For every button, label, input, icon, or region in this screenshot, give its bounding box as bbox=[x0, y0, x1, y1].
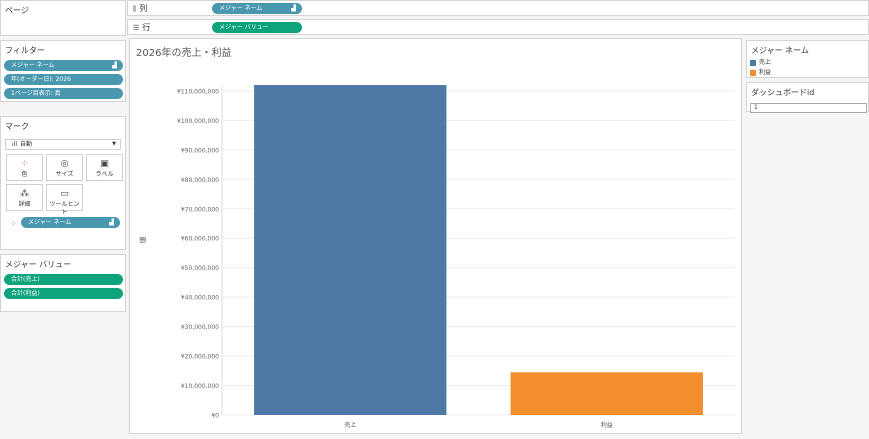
chevron-down-icon: ▼ bbox=[112, 141, 116, 147]
measure-values-title: メジャー バリュー bbox=[5, 260, 72, 269]
x-tick-label: 利益 bbox=[601, 421, 613, 429]
mark-color-label: 色 bbox=[21, 171, 28, 178]
y-tick-label: ¥40,000,000 bbox=[181, 295, 219, 302]
y-tick-label: ¥30,000,000 bbox=[181, 324, 219, 331]
mark-label-button[interactable]: ▣ ラベル bbox=[86, 154, 123, 181]
color-icon: ⁘ bbox=[10, 219, 17, 228]
legend-item-profit[interactable]: 利益 bbox=[750, 69, 771, 77]
dashboard-id-panel: ダッシュボードid 1 bbox=[746, 82, 869, 113]
y-tick-label: ¥20,000,000 bbox=[181, 354, 219, 361]
measure-pill-label: 合計(売上) bbox=[11, 276, 40, 283]
filter-mark-icon: ▟ bbox=[109, 219, 114, 226]
mark-size-label: サイズ bbox=[55, 171, 74, 178]
rows-shelf[interactable]: ☰ 行 メジャー バリュー bbox=[127, 19, 869, 35]
marks-pill-measure-names[interactable]: メジャー ネーム ▟ bbox=[21, 217, 120, 228]
measure-values-panel: メジャー バリュー 合計(売上) 合計(利益) bbox=[0, 254, 126, 312]
filter-pill-label: 年(オーダー日): 2026 bbox=[11, 76, 71, 83]
label-icon: ▣ bbox=[100, 159, 109, 169]
marks-pill-label: メジャー ネーム bbox=[28, 219, 72, 226]
filter-pill-measure-names[interactable]: メジャー ネーム ▟ bbox=[4, 60, 123, 71]
columns-pill-measure-names[interactable]: メジャー ネーム ▟ bbox=[212, 3, 302, 14]
legend-title: メジャー ネーム bbox=[751, 46, 809, 55]
legend-swatch bbox=[750, 70, 756, 76]
legend-swatch bbox=[750, 60, 756, 66]
y-tick-label: ¥50,000,000 bbox=[181, 265, 219, 272]
dashboard-id-value: 1 bbox=[754, 104, 758, 111]
legend-item-sales[interactable]: 売上 bbox=[750, 59, 771, 67]
y-tick-label: ¥70,000,000 bbox=[181, 206, 219, 213]
mark-tooltip-button[interactable]: ▭ ツールヒント bbox=[46, 184, 83, 216]
dashboard-id-title: ダッシュボードid bbox=[751, 88, 815, 97]
y-tick-label: ¥90,000,000 bbox=[181, 147, 219, 154]
detail-icon: ⁂ bbox=[20, 189, 29, 199]
bar-profit bbox=[510, 372, 703, 415]
size-icon: ◎ bbox=[60, 159, 69, 169]
y-tick-label: ¥60,000,000 bbox=[181, 236, 219, 243]
measure-pill-sales[interactable]: 合計(売上) bbox=[4, 274, 123, 285]
mark-detail-label: 詳細 bbox=[18, 201, 31, 208]
mark-detail-button[interactable]: ⁂ 詳細 bbox=[6, 184, 43, 211]
mark-type-dropdown[interactable]: ıll 自動 ▼ bbox=[5, 139, 121, 150]
filters-panel: フィルター メジャー ネーム ▟ 年(オーダー日): 2026 1ページ目表示:… bbox=[0, 40, 126, 102]
rows-pill-label: メジャー バリュー bbox=[219, 24, 269, 31]
mark-size-button[interactable]: ◎ サイズ bbox=[46, 154, 83, 181]
columns-icon: ⫼ bbox=[133, 5, 137, 13]
mark-type-value: 自動 bbox=[20, 141, 33, 148]
rows-icon: ☰ bbox=[133, 24, 140, 32]
columns-pill-label: メジャー ネーム bbox=[219, 5, 263, 12]
measure-pill-profit[interactable]: 合計(利益) bbox=[4, 288, 123, 299]
y-tick-label: ¥0 bbox=[211, 413, 219, 420]
filter-pill-year[interactable]: 年(オーダー日): 2026 bbox=[4, 74, 123, 85]
mark-tooltip-label: ツールヒント bbox=[49, 201, 80, 216]
x-tick-label: 売上 bbox=[344, 421, 356, 429]
legend-label: 売上 bbox=[759, 59, 772, 66]
filter-mark-icon: ▟ bbox=[112, 62, 117, 69]
mark-color-button[interactable]: ⁘ 色 bbox=[6, 154, 43, 181]
filters-title: フィルター bbox=[5, 46, 45, 55]
y-axis-label: 値 bbox=[138, 237, 147, 244]
pages-title: ページ bbox=[5, 6, 29, 15]
y-tick-label: ¥110,000,000 bbox=[177, 88, 219, 95]
dashboard-id-input[interactable]: 1 bbox=[750, 103, 867, 113]
y-tick-label: ¥80,000,000 bbox=[181, 177, 219, 184]
filter-pill-label: メジャー ネーム bbox=[11, 62, 55, 69]
rows-label-text: 行 bbox=[142, 23, 151, 32]
bar-sales bbox=[254, 85, 447, 415]
rows-pill-measure-values[interactable]: メジャー バリュー bbox=[212, 22, 302, 33]
mark-label-label: ラベル bbox=[95, 171, 114, 178]
color-icon: ⁘ bbox=[20, 159, 29, 169]
pages-panel: ページ bbox=[0, 0, 126, 36]
columns-label-text: 列 bbox=[139, 4, 148, 13]
measure-pill-label: 合計(利益) bbox=[11, 290, 40, 297]
bar-chart-icon: ıll bbox=[12, 141, 18, 148]
filter-mark-icon: ▟ bbox=[291, 5, 296, 12]
marks-title: マーク bbox=[5, 122, 29, 131]
y-tick-label: ¥100,000,000 bbox=[177, 118, 219, 125]
marks-panel: マーク ıll 自動 ▼ ⁘ 色 ◎ サイズ ▣ ラベル ⁂ 詳細 ▭ ツールヒン… bbox=[0, 116, 126, 250]
legend-panel: メジャー ネーム 売上 利益 bbox=[746, 40, 869, 78]
filter-pill-label: 1ページ目表示: 真 bbox=[11, 90, 61, 97]
legend-label: 利益 bbox=[759, 69, 772, 76]
filter-pill-first-page[interactable]: 1ページ目表示: 真 bbox=[4, 88, 123, 99]
chart-panel: 2026年の売上・利益値 ¥0 ¥10,000,000 ¥20,000,000 ¥30,… bbox=[129, 38, 742, 434]
y-tick-label: ¥10,000,000 bbox=[181, 383, 219, 390]
columns-shelf[interactable]: ⫼ 列 メジャー ネーム ▟ bbox=[127, 0, 869, 16]
tooltip-icon: ▭ bbox=[60, 189, 69, 199]
bar-chart: 2026年の売上・利益値 ¥0 ¥10,000,000 ¥20,000,000 ¥30,… bbox=[136, 46, 735, 429]
rows-label: ☰ 行 bbox=[133, 22, 150, 33]
columns-label: ⫼ 列 bbox=[133, 3, 147, 14]
chart-title: 2026年の売上・利益 bbox=[136, 46, 231, 59]
